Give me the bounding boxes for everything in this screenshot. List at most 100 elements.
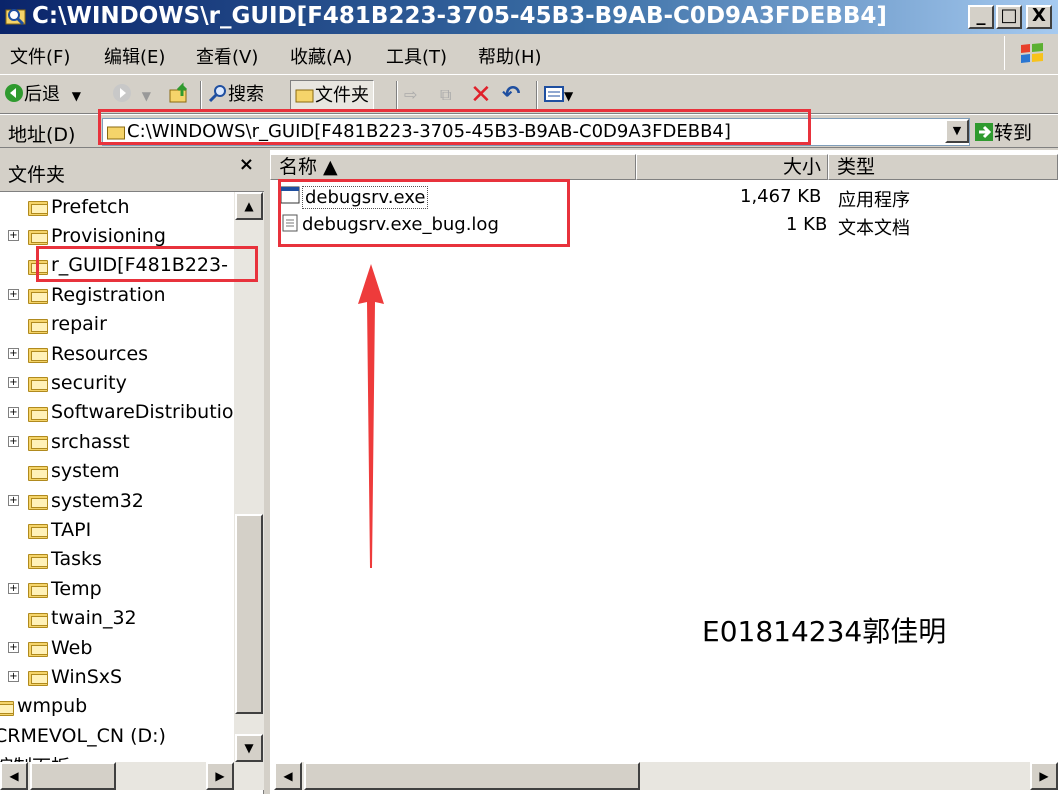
folder-window-icon: [5, 9, 26, 26]
minimize-button[interactable]: _: [968, 5, 994, 29]
tree-item-label: Prefetch: [51, 195, 130, 218]
expand-toggle-icon[interactable]: +: [8, 671, 19, 683]
expand-toggle-icon[interactable]: +: [8, 436, 19, 448]
title-bar: C:\WINDOWS\r_GUID[F481B223-3705-45B3-B9A…: [0, 0, 1058, 34]
tree-item[interactable]: + Temp: [8, 574, 102, 603]
menu-view[interactable]: 查看(V): [196, 43, 258, 69]
menu-file[interactable]: 文件(F): [10, 43, 70, 69]
copy-to-button[interactable]: ⧉: [440, 80, 451, 110]
expand-toggle-icon[interactable]: +: [8, 348, 19, 359]
file-type: 文本文档: [838, 218, 910, 239]
scroll-right-button[interactable]: ▶: [206, 762, 234, 790]
views-button[interactable]: ▼: [544, 80, 573, 110]
folder-icon: [28, 199, 48, 216]
file-list-hscrollbar[interactable]: ◀ ▶: [274, 762, 1058, 790]
tree-item[interactable]: + security: [8, 368, 127, 397]
tree-item[interactable]: system: [28, 457, 120, 486]
menu-tools[interactable]: 工具(T): [386, 43, 447, 69]
up-folder-icon: [169, 82, 188, 103]
column-name[interactable]: 名称 ▲: [270, 154, 636, 180]
hscroll-thumb[interactable]: [30, 762, 116, 790]
tree-item[interactable]: + srchasst: [8, 427, 130, 456]
forward-arrow-icon: [113, 84, 131, 102]
go-button[interactable]: 转到: [974, 118, 1032, 145]
tree-item[interactable]: + Registration: [8, 280, 166, 309]
expand-toggle-icon[interactable]: +: [8, 495, 19, 506]
back-button[interactable]: 后退 ▼: [4, 80, 81, 110]
tree-item[interactable]: Prefetch: [28, 192, 130, 221]
expand-toggle-icon[interactable]: +: [8, 377, 19, 389]
forward-button[interactable]: ▼: [112, 80, 151, 110]
file-row[interactable]: debugsrv.exe 1,467 KB 应用程序: [280, 184, 1050, 211]
folders-icon: [295, 89, 314, 103]
tree-item[interactable]: Tasks: [28, 545, 102, 574]
address-label: 地址(D): [8, 124, 76, 146]
tree-item-label: system: [51, 460, 120, 483]
expand-toggle-icon[interactable]: +: [8, 406, 19, 418]
folder-icon: [28, 581, 48, 599]
menu-favorites[interactable]: 收藏(A): [290, 43, 352, 69]
tree-item[interactable]: + system32: [8, 486, 144, 515]
folder-tree-scrollbar[interactable]: ▲ ▼: [234, 192, 264, 762]
file-hscroll-thumb[interactable]: [304, 762, 640, 790]
tree-item[interactable]: + WinSxS: [8, 662, 123, 691]
delete-button[interactable]: ✕: [470, 80, 492, 110]
folder-tree-hscrollbar[interactable]: ◀ ▶: [0, 762, 264, 790]
expand-toggle-icon[interactable]: +: [8, 230, 19, 242]
file-scroll-right-button[interactable]: ▶: [1030, 762, 1058, 790]
file-row[interactable]: debugsrv.exe_bug.log 1 KB 文本文档: [280, 212, 1050, 239]
scroll-down-button[interactable]: ▼: [235, 734, 263, 762]
tree-item-label: r_GUID[F481B223-: [51, 254, 228, 277]
folders-button[interactable]: 文件夹: [290, 80, 374, 110]
folders-pane-close-button[interactable]: ×: [239, 154, 254, 175]
tree-item[interactable]: 控制面板: [0, 751, 70, 762]
address-dropdown-button[interactable]: ▼: [945, 119, 969, 143]
folders-pane-title: 文件夹: [8, 164, 66, 186]
tree-item-label: Temp: [51, 577, 102, 600]
tree-item-label: WinSxS: [51, 665, 123, 688]
tree-item[interactable]: repair: [28, 310, 107, 339]
file-type: 应用程序: [838, 190, 910, 211]
address-bar: 地址(D) C:\WINDOWS\r_GUID[F481B223-3705-45…: [0, 114, 1058, 148]
scroll-up-button[interactable]: ▲: [235, 192, 263, 220]
up-folder-button[interactable]: [168, 80, 192, 110]
undo-icon: ↶: [502, 82, 521, 107]
tree-item[interactable]: wmpub: [0, 692, 87, 721]
tree-item[interactable]: + Provisioning: [8, 221, 166, 250]
search-button[interactable]: 搜索: [208, 80, 264, 110]
tree-item[interactable]: + Resources: [8, 339, 149, 368]
file-scroll-left-button[interactable]: ◀: [274, 762, 302, 790]
windows-logo-icon: [1004, 36, 1054, 70]
folder-icon: [28, 522, 48, 540]
tree-item[interactable]: TAPI: [28, 515, 91, 544]
column-type[interactable]: 类型: [828, 154, 1058, 180]
menu-help[interactable]: 帮助(H): [478, 43, 542, 69]
tree-item[interactable]: CRMEVOL_CN (D:): [0, 721, 166, 750]
scroll-thumb[interactable]: [235, 514, 263, 714]
close-button[interactable]: X: [1026, 5, 1052, 29]
forward-dropdown-icon[interactable]: ▼: [142, 89, 151, 103]
expand-toggle-icon[interactable]: +: [8, 289, 19, 301]
address-input[interactable]: C:\WINDOWS\r_GUID[F481B223-3705-45B3-B9A…: [102, 118, 970, 146]
tree-item-label: Web: [51, 636, 93, 659]
back-dropdown-icon[interactable]: ▼: [72, 89, 81, 103]
folder-icon: [28, 434, 48, 452]
move-to-button[interactable]: ⇨: [404, 80, 417, 110]
tree-item[interactable]: twain_32: [28, 604, 137, 633]
menu-edit[interactable]: 编辑(E): [104, 43, 165, 69]
undo-button[interactable]: ↶: [502, 80, 520, 110]
tree-item[interactable]: + SoftwareDistributio: [8, 398, 234, 427]
folder-icon: [107, 126, 125, 140]
column-size[interactable]: 大小: [636, 154, 828, 180]
tree-item[interactable]: r_GUID[F481B223-: [28, 251, 228, 280]
tree-item-label: Registration: [51, 283, 166, 306]
tree-item[interactable]: + Web: [8, 633, 93, 662]
folder-icon: [28, 287, 48, 305]
expand-toggle-icon[interactable]: +: [8, 642, 19, 653]
expand-toggle-icon[interactable]: +: [8, 583, 19, 595]
folder-icon: [28, 228, 48, 246]
scroll-left-button[interactable]: ◀: [0, 762, 28, 790]
maximize-button[interactable]: □: [996, 5, 1022, 29]
views-icon: [544, 86, 564, 102]
tree-item-label: Resources: [51, 342, 149, 365]
